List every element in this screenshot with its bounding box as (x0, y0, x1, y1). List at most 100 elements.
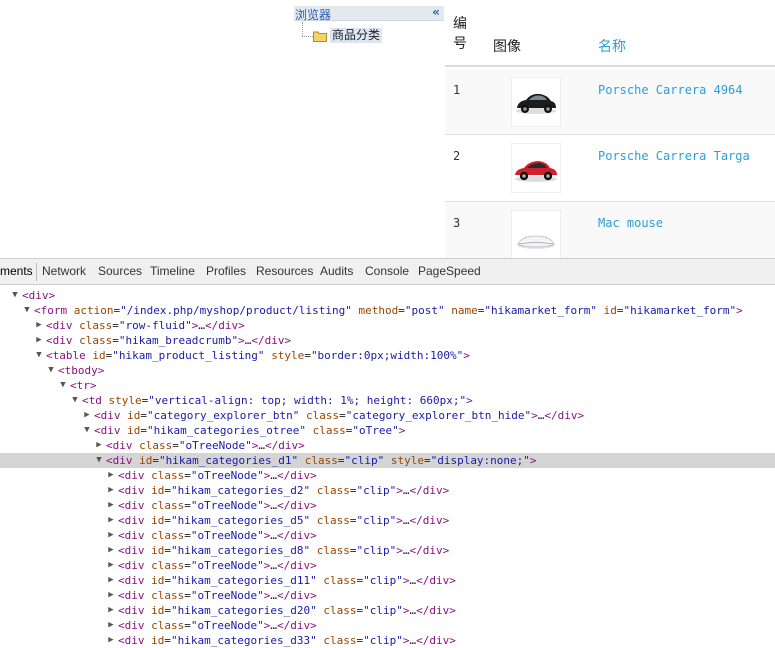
column-header-name[interactable]: 名称 (598, 37, 626, 57)
expand-triangle-icon[interactable]: ▼ (58, 378, 68, 393)
column-header-image: 图像 (493, 39, 521, 55)
code-token: id (151, 634, 165, 647)
dom-node-line[interactable]: ▶ <div class="oTreeNode">…</div> (0, 528, 775, 543)
mouse-image[interactable] (511, 210, 561, 258)
collapse-triangle-icon[interactable]: ▶ (34, 333, 44, 348)
dom-node-line[interactable]: ▶ <div id="hikam_categories_d2" class="cl… (0, 483, 775, 498)
dom-node-code: <div class="hikam_breadcrumb">…</div> (46, 333, 291, 348)
tab-profiles[interactable]: Profiles (206, 264, 246, 279)
collapse-triangle-icon[interactable]: ▶ (106, 618, 116, 633)
collapse-triangle-icon[interactable]: ▶ (34, 318, 44, 333)
code-token: </div> (276, 529, 317, 542)
dom-node-code: <div class="oTreeNode">…</div> (118, 618, 317, 633)
collapse-triangle-icon[interactable]: ▶ (106, 498, 116, 513)
expand-triangle-icon[interactable]: ▼ (70, 393, 80, 408)
tab-network[interactable]: Network (42, 264, 86, 279)
dom-node-line[interactable]: ▶ <div class="oTreeNode">…</div> (0, 468, 775, 483)
tab-divider (36, 263, 37, 281)
tab-timeline[interactable]: Timeline (150, 264, 195, 279)
tab-audits[interactable]: Audits (320, 264, 353, 279)
dom-node-code: <div class="row-fluid">…</div> (46, 318, 245, 333)
collapse-triangle-icon[interactable]: ▶ (106, 588, 116, 603)
code-token: > (396, 484, 403, 497)
tab-pagespeed[interactable]: PageSpeed (418, 264, 481, 279)
collapse-triangle-icon[interactable]: ▶ (106, 513, 116, 528)
product-name-link[interactable]: Mac mouse (598, 216, 663, 230)
collapse-triangle-icon[interactable]: ▶ (106, 573, 116, 588)
collapse-triangle-icon[interactable]: ▶ (106, 483, 116, 498)
code-token: "clip" (356, 484, 397, 497)
dom-node-line[interactable]: ▶ <div id="hikam_categories_d11" class="c… (0, 573, 775, 588)
dom-node-line[interactable]: ▼ <tr> (0, 378, 775, 393)
folder-icon (313, 31, 327, 42)
collapse-triangle-icon[interactable]: ▶ (106, 633, 116, 648)
code-token: class (305, 409, 340, 422)
code-token: … (270, 589, 277, 602)
product-name-link[interactable]: Porsche Carrera 4964 (598, 83, 743, 97)
code-token: = (423, 454, 431, 467)
product-name-link[interactable]: Porsche Carrera Targa (598, 149, 750, 163)
dom-node-line[interactable]: ▶ <div class="oTreeNode">…</div> (0, 438, 775, 453)
collapse-triangle-icon[interactable]: ▶ (94, 438, 104, 453)
dom-node-line[interactable]: ▶ <div class="oTreeNode">…</div> (0, 498, 775, 513)
dom-node-line[interactable]: ▶ <div id="hikam_categories_d20" class="c… (0, 603, 775, 618)
expand-triangle-icon[interactable]: ▼ (10, 288, 20, 303)
code-token: </div> (409, 514, 450, 527)
dom-node-line[interactable]: ▶ <div class="oTreeNode">…</div> (0, 588, 775, 603)
tab-elements[interactable]: ments (0, 264, 33, 279)
collapse-triangle-icon[interactable]: ▶ (106, 543, 116, 558)
code-token: = (184, 499, 191, 512)
collapse-triangle-icon[interactable]: ▶ (82, 408, 92, 423)
red-car-image[interactable] (511, 143, 561, 193)
code-token: "oTreeNode" (190, 499, 264, 512)
code-token: </div> (276, 589, 317, 602)
code-token: "hikam_categories_otree" (147, 424, 306, 437)
expand-triangle-icon[interactable]: ▼ (34, 348, 44, 363)
dom-node-line[interactable]: ▶ <div class="oTreeNode">…</div> (0, 558, 775, 573)
dom-node-line[interactable]: ▶ <div id="hikam_categories_d5" class="cl… (0, 513, 775, 528)
dom-node-line[interactable]: ▶ <div id="hikam_categories_d8" class="cl… (0, 543, 775, 558)
code-token: "oTreeNode" (190, 529, 264, 542)
dom-node-line[interactable]: ▶ <div id="hikam_categories_d33" class="c… (0, 633, 775, 648)
dom-node-line[interactable]: ▶ <div class="oTreeNode">…</div> (0, 618, 775, 633)
code-token: "hikam_categories_d5" (171, 514, 311, 527)
code-token: id (151, 604, 165, 617)
dom-node-code: <div id="hikam_categories_d11" class="cl… (118, 573, 456, 588)
dom-node-line[interactable]: ▼ <tbody> (0, 363, 775, 378)
dom-node-line[interactable]: ▼ <form action = "/index.php/myshop/product… (0, 303, 775, 318)
collapse-explorer-button[interactable]: « (428, 6, 444, 21)
code-token: > (396, 514, 403, 527)
code-token: name (451, 304, 478, 317)
row-number: 2 (453, 149, 461, 163)
dom-node-line[interactable]: ▶ <div id="category_explorer_btn" class="… (0, 408, 775, 423)
code-token: "oTreeNode" (178, 439, 252, 452)
expand-triangle-icon[interactable]: ▼ (82, 423, 92, 438)
dom-node-line[interactable]: ▼ <div id="hikam_categories_d1" class="cl… (0, 453, 775, 468)
code-token: "hikam_categories_d2" (171, 484, 311, 497)
expand-triangle-icon[interactable]: ▼ (22, 303, 32, 318)
collapse-triangle-icon[interactable]: ▶ (106, 468, 116, 483)
tab-console[interactable]: Console (365, 264, 409, 279)
code-token: class (79, 319, 113, 332)
dom-node-line[interactable]: ▶ <div class="row-fluid">…</div> (0, 318, 775, 333)
code-token: class (316, 484, 350, 497)
collapse-triangle-icon[interactable]: ▶ (106, 558, 116, 573)
collapse-triangle-icon[interactable]: ▶ (106, 603, 116, 618)
dom-node-line[interactable]: ▼ <table id = "hikam_product_listing" style… (0, 348, 775, 363)
dom-node-line[interactable]: ▶ <div class="hikam_breadcrumb">…</div> (0, 333, 775, 348)
dom-node-line[interactable]: ▼ <td style="vertical-align: top; width: … (0, 393, 775, 408)
code-token: <tbody> (58, 364, 105, 377)
expand-triangle-icon[interactable]: ▼ (46, 363, 56, 378)
code-token: style (108, 394, 142, 407)
code-token: </div> (276, 499, 317, 512)
dom-node-line[interactable]: ▼ <div> (0, 288, 775, 303)
collapse-triangle-icon[interactable]: ▶ (106, 528, 116, 543)
code-token: id (151, 484, 165, 497)
expand-triangle-icon[interactable]: ▼ (94, 453, 104, 468)
dom-node-line[interactable]: ▼ <div id="hikam_categories_otree" class=… (0, 423, 775, 438)
tab-resources[interactable]: Resources (256, 264, 313, 279)
tab-sources[interactable]: Sources (98, 264, 142, 279)
table-header: 编号 图像 名称 (445, 0, 775, 67)
black-car-image[interactable] (511, 77, 561, 127)
tree-item-product-category[interactable]: 商品分类 (330, 28, 383, 43)
